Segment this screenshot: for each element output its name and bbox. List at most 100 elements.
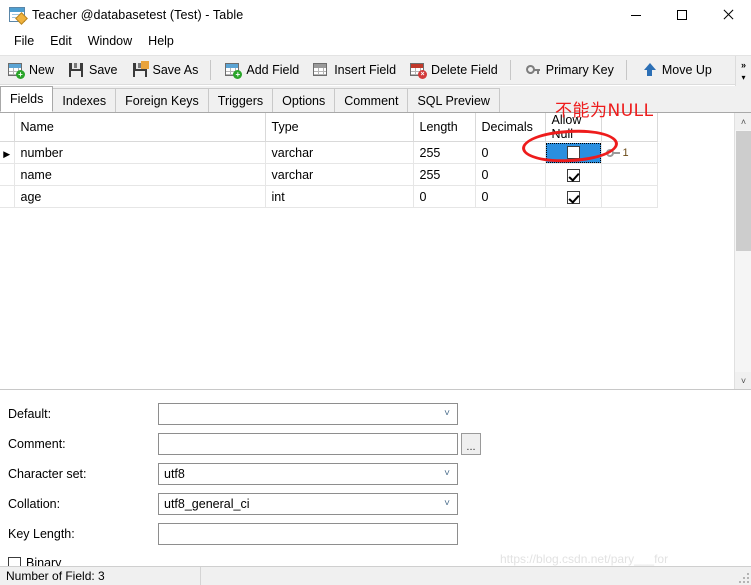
tab-sql-preview[interactable]: SQL Preview — [407, 88, 499, 112]
status-field-count: Number of Field: 3 — [0, 567, 190, 585]
maximize-button[interactable] — [659, 0, 705, 30]
menu-file[interactable]: File — [6, 32, 42, 50]
delete-field-icon: × — [410, 62, 426, 78]
minimize-button[interactable] — [613, 0, 659, 30]
column-header-type[interactable]: Type — [265, 113, 413, 142]
allow-null-checkbox[interactable] — [567, 191, 580, 204]
save-as-button[interactable]: Save As — [126, 57, 205, 83]
default-label: Default: — [8, 407, 51, 421]
title-bar: Teacher @databasetest (Test) - Table — [0, 0, 751, 30]
save-button-label: Save — [89, 63, 118, 77]
tab-triggers[interactable]: Triggers — [208, 88, 273, 112]
default-combobox[interactable]: ˅ — [158, 403, 458, 425]
cell-allow-null[interactable] — [545, 164, 601, 186]
chevron-down-icon: ˅ — [444, 468, 450, 479]
add-field-button[interactable]: + Add Field — [219, 57, 305, 83]
allow-null-checkbox[interactable] — [567, 169, 580, 182]
cell-name[interactable]: name — [14, 164, 265, 186]
default-row: Default: ˅ — [0, 403, 751, 425]
collation-value: utf8_general_ci — [164, 497, 249, 511]
fields-grid: Name Type Length Decimals Allow Null ▶ n… — [0, 113, 734, 389]
grid-vertical-scrollbar[interactable]: ˄ ˅ — [734, 113, 751, 389]
collation-row: Collation: utf8_general_ci ˅ — [0, 493, 751, 515]
cell-length[interactable]: 255 — [413, 142, 475, 164]
fields-grid-container: Name Type Length Decimals Allow Null ▶ n… — [0, 113, 751, 390]
comment-browse-button[interactable]: ... — [461, 433, 481, 455]
menu-help[interactable]: Help — [140, 32, 182, 50]
character-set-combobox[interactable]: utf8 ˅ — [158, 463, 458, 485]
chevron-down-icon: ▾ — [741, 73, 745, 82]
tab-fields[interactable]: Fields — [0, 86, 53, 112]
insert-field-button[interactable]: Insert Field — [307, 57, 402, 83]
resize-grip[interactable] — [737, 571, 749, 583]
cell-length[interactable]: 255 — [413, 164, 475, 186]
cell-decimals[interactable]: 0 — [475, 186, 545, 208]
tab-indexes[interactable]: Indexes — [52, 88, 116, 112]
new-button[interactable]: + New — [2, 57, 60, 83]
window-controls — [613, 0, 751, 30]
character-set-value: utf8 — [164, 467, 185, 481]
row-selector-header — [0, 113, 14, 142]
chevron-double-right-icon: » — [741, 61, 746, 70]
field-properties-panel: Default: ˅ Comment: ... Character set: u… — [0, 391, 751, 566]
nav icat-table-designer-window: Teacher @databasetest (Test) - Table Fil… — [0, 0, 751, 585]
tab-comment[interactable]: Comment — [334, 88, 408, 112]
save-button[interactable]: Save — [62, 57, 124, 83]
table-row[interactable]: age int 0 0 — [0, 186, 657, 208]
comment-row: Comment: ... — [0, 433, 751, 455]
cell-length[interactable]: 0 — [413, 186, 475, 208]
cell-decimals[interactable]: 0 — [475, 164, 545, 186]
table-edit-icon — [9, 7, 25, 23]
key-length-input[interactable] — [158, 523, 458, 545]
cell-primary-key[interactable] — [601, 186, 657, 208]
scroll-up-button[interactable]: ˄ — [735, 113, 751, 130]
current-row-arrow-icon: ▶ — [3, 150, 10, 159]
new-table-icon: + — [8, 62, 24, 78]
toolbar-separator — [626, 60, 627, 80]
row-marker-cell[interactable] — [0, 186, 14, 208]
scroll-down-button[interactable]: ˅ — [735, 372, 751, 389]
cell-allow-null[interactable] — [545, 186, 601, 208]
delete-field-button[interactable]: × Delete Field — [404, 57, 504, 83]
cell-name[interactable]: age — [14, 186, 265, 208]
scrollbar-thumb[interactable] — [736, 131, 751, 251]
comment-input[interactable] — [158, 433, 458, 455]
table-row[interactable]: name varchar 255 0 — [0, 164, 657, 186]
chevron-down-icon: ˅ — [444, 408, 450, 419]
delete-field-label: Delete Field — [431, 63, 498, 77]
close-icon — [722, 9, 734, 21]
cell-type[interactable]: int — [265, 186, 413, 208]
move-up-label: Move Up — [662, 63, 712, 77]
insert-field-label: Insert Field — [334, 63, 396, 77]
primary-key-button[interactable]: Primary Key — [519, 57, 620, 83]
collation-label: Collation: — [8, 497, 60, 511]
tab-foreign-keys[interactable]: Foreign Keys — [115, 88, 209, 112]
row-marker-cell[interactable] — [0, 164, 14, 186]
column-header-name[interactable]: Name — [14, 113, 265, 142]
primary-key-label: Primary Key — [546, 63, 614, 77]
cell-primary-key[interactable] — [601, 164, 657, 186]
tab-options[interactable]: Options — [272, 88, 335, 112]
close-button[interactable] — [705, 0, 751, 30]
chevron-down-icon: ˅ — [444, 498, 450, 509]
cell-type[interactable]: varchar — [265, 164, 413, 186]
collation-combobox[interactable]: utf8_general_ci ˅ — [158, 493, 458, 515]
toolbar-separator — [210, 60, 211, 80]
column-header-length[interactable]: Length — [413, 113, 475, 142]
add-field-label: Add Field — [246, 63, 299, 77]
key-length-label: Key Length: — [8, 527, 75, 541]
menu-edit[interactable]: Edit — [42, 32, 80, 50]
character-set-row: Character set: utf8 ˅ — [0, 463, 751, 485]
row-marker-cell[interactable]: ▶ — [0, 142, 14, 164]
toolbar-overflow-button[interactable]: » ▾ — [735, 56, 751, 86]
move-up-button[interactable]: Move Up — [635, 57, 718, 83]
new-button-label: New — [29, 63, 54, 77]
menu-window[interactable]: Window — [80, 32, 140, 50]
character-set-label: Character set: — [8, 467, 87, 481]
save-icon — [68, 62, 84, 78]
annotation-note-text: 不能为NULL — [555, 96, 654, 121]
cell-name[interactable]: number — [14, 142, 265, 164]
key-length-row: Key Length: — [0, 523, 751, 545]
primary-key-order: 1 — [623, 147, 629, 159]
cell-type[interactable]: varchar — [265, 142, 413, 164]
